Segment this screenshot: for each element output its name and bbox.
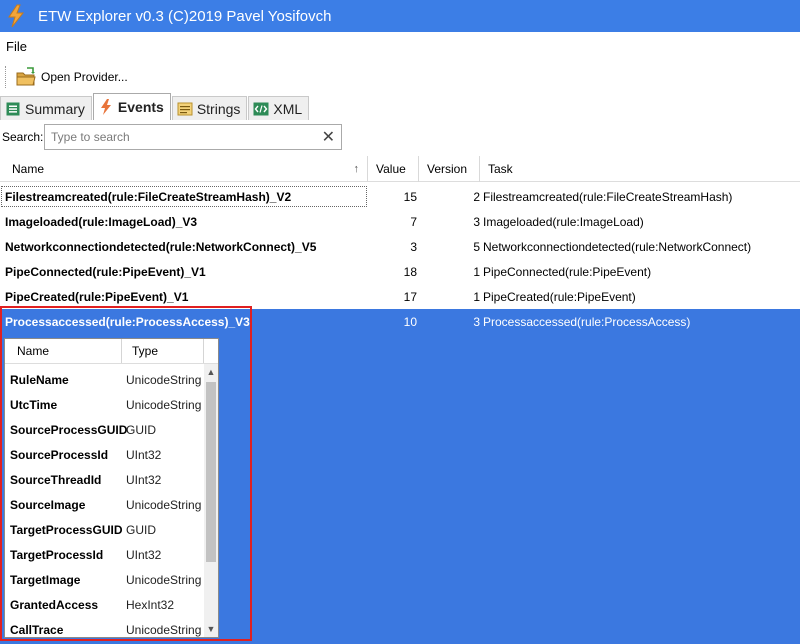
events-table-header: Name ↑ Value Version Task: [0, 156, 800, 182]
lightning-icon: [0, 0, 32, 32]
open-provider-button[interactable]: Open Provider...: [13, 63, 130, 91]
open-folder-icon: [15, 66, 37, 88]
list-icon: [5, 101, 21, 117]
window-title: ETW Explorer v0.3 (C)2019 Pavel Yosifovc…: [38, 7, 332, 25]
search-label: Search:: [2, 130, 44, 144]
title-bar: ETW Explorer v0.3 (C)2019 Pavel Yosifovc…: [0, 0, 800, 32]
tab-xml-label: XML: [273, 100, 303, 117]
sort-ascending-icon: ↑: [353, 163, 360, 175]
menu-bar: File: [0, 33, 800, 59]
close-icon[interactable]: ✕: [322, 127, 335, 147]
tab-strings[interactable]: Strings: [171, 96, 248, 120]
tab-summary-label: Summary: [25, 100, 85, 117]
search-row: Search: ✕: [0, 122, 800, 152]
table-row[interactable]: PipeConnected(rule:PipeEvent)_V1 18 1 Pi…: [0, 259, 800, 284]
strings-icon: [177, 101, 193, 117]
column-header-version[interactable]: Version: [419, 156, 480, 182]
tab-events-label: Events: [117, 99, 164, 115]
table-row[interactable]: Filestreamcreated(rule:FileCreateStreamH…: [0, 184, 800, 209]
table-row[interactable]: Imageloaded(rule:ImageLoad)_V3 7 3 Image…: [0, 209, 800, 234]
table-row[interactable]: Networkconnectiondetected(rule:NetworkCo…: [0, 234, 800, 259]
toolbar: Open Provider...: [0, 60, 800, 94]
column-header-task[interactable]: Task: [480, 156, 800, 182]
open-provider-label: Open Provider...: [41, 70, 128, 84]
tab-strip: Summary Events Strings XML: [0, 93, 800, 120]
lightning-icon: [98, 99, 114, 115]
column-header-value[interactable]: Value: [368, 156, 419, 182]
tab-strings-label: Strings: [196, 100, 241, 117]
menu-file[interactable]: File: [6, 39, 27, 54]
tab-xml[interactable]: XML: [248, 96, 310, 120]
search-input[interactable]: [51, 126, 321, 148]
tab-summary[interactable]: Summary: [0, 96, 92, 120]
column-header-name[interactable]: Name ↑: [0, 156, 368, 182]
highlight-annotation-box: [0, 306, 252, 641]
xml-icon: [253, 101, 269, 117]
toolbar-grip[interactable]: [5, 66, 9, 88]
tab-events[interactable]: Events: [92, 93, 171, 120]
search-box: ✕: [44, 124, 342, 150]
